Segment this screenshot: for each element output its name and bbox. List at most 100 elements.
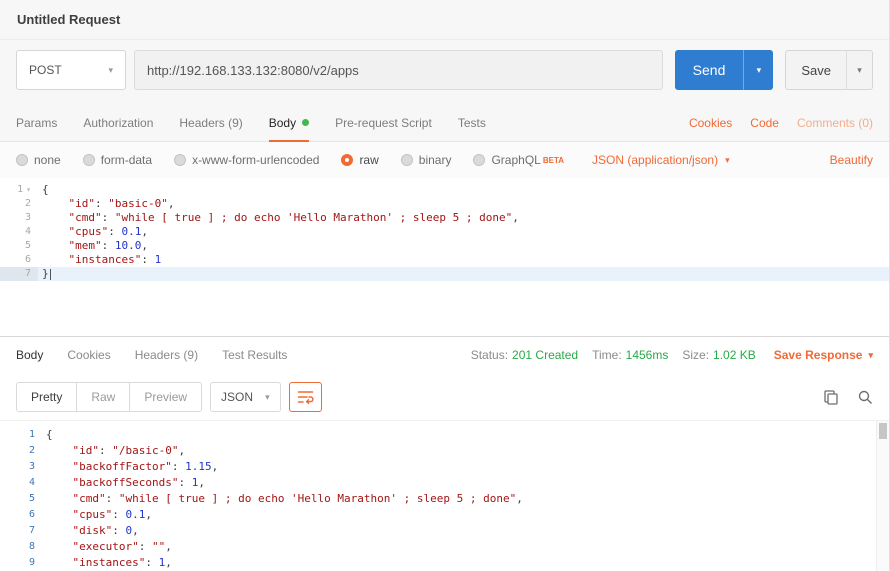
send-options-chevron-icon[interactable]: ▾ xyxy=(743,50,773,90)
request-body-editor[interactable]: 1▾{2 "id": "basic-0",3 "cmd": "while [ t… xyxy=(0,178,889,336)
code-text: "mem": 10.0, xyxy=(38,239,148,253)
body-mode-raw[interactable]: raw xyxy=(341,153,378,167)
response-view-toggle: PrettyRawPreview xyxy=(16,382,202,412)
line-number: 1 xyxy=(0,427,42,443)
response-toolbar: PrettyRawPreview JSON ▾ xyxy=(0,373,889,420)
tab-pre-request-script[interactable]: Pre-request Script xyxy=(335,104,432,141)
mode-label: raw xyxy=(359,153,378,167)
save-response-button[interactable]: Save Response ▾ xyxy=(774,348,873,362)
response-body-lines: 1{2 "id": "/basic-0",3 "backoffFactor": … xyxy=(0,427,889,571)
view-pretty-button[interactable]: Pretty xyxy=(17,383,77,411)
chevron-down-icon: ▾ xyxy=(868,350,873,361)
tab-headers-9[interactable]: Headers (9) xyxy=(179,104,242,141)
save-button[interactable]: Save xyxy=(785,50,846,90)
time-value: 1456ms xyxy=(626,348,669,362)
code-line: 4 "cpus": 0.1, xyxy=(0,225,889,239)
code-line: 1▾{ xyxy=(0,183,889,197)
response-meta-row: Body Cookies Headers (9) Test Results Statu… xyxy=(0,337,889,373)
code-line: 7 "disk": 0, xyxy=(0,523,889,539)
response-tab-body[interactable]: Body xyxy=(16,348,43,362)
body-mode-form-data[interactable]: form-data xyxy=(83,153,152,167)
beautify-link[interactable]: Beautify xyxy=(830,153,873,167)
size-value: 1.02 KB xyxy=(713,348,756,362)
line-number: 7 xyxy=(0,267,38,281)
response-tab-cookies[interactable]: Cookies xyxy=(67,348,110,362)
chevron-down-icon: ▾ xyxy=(725,155,730,166)
request-tabs: Params Authorization Headers (9) Body Pre-re… xyxy=(16,104,512,141)
code-line: 3 "backoffFactor": 1.15, xyxy=(0,459,889,475)
body-mode-none[interactable]: none xyxy=(16,153,61,167)
copy-icon xyxy=(823,389,839,405)
tab-tests[interactable]: Tests xyxy=(458,104,486,141)
code-text: "backoffSeconds": 1, xyxy=(42,475,205,491)
response-body-editor[interactable]: 1{2 "id": "/basic-0",3 "backoffFactor": … xyxy=(0,420,889,571)
response-tabs: Body Cookies Headers (9) Test Results xyxy=(16,348,311,362)
request-tabs-row: Params Authorization Headers (9) Body Pre-re… xyxy=(0,104,889,142)
code-text: "executor": "", xyxy=(42,539,172,555)
tab-label: Authorization xyxy=(83,116,153,130)
search-icon xyxy=(857,389,873,405)
save-response-label: Save Response xyxy=(774,348,863,362)
code-text: "cpus": 0.1, xyxy=(42,507,152,523)
code-text: "instances": 1 xyxy=(38,253,161,267)
save-options-chevron-icon[interactable]: ▾ xyxy=(846,50,873,90)
code-line: 1{ xyxy=(0,427,889,443)
body-mode-binary[interactable]: binary xyxy=(401,153,452,167)
code-text: "cmd": "while [ true ] ; do echo 'Hello … xyxy=(38,211,519,225)
code-text: } xyxy=(38,267,51,281)
line-number: 3 xyxy=(0,211,38,225)
body-mode-x-www-form-urlencoded[interactable]: x-www-form-urlencoded xyxy=(174,153,319,167)
code-text: "id": "/basic-0", xyxy=(42,443,185,459)
search-response-button[interactable] xyxy=(857,389,873,405)
comments-0-link[interactable]: Comments (0) xyxy=(797,116,873,130)
content-type-select[interactable]: JSON (application/json) ▾ xyxy=(592,153,730,167)
tab-label: Params xyxy=(16,116,57,130)
tab-body[interactable]: Body xyxy=(269,104,309,141)
url-input[interactable] xyxy=(134,50,663,90)
response-tab-test-results[interactable]: Test Results xyxy=(222,348,287,362)
view-preview-button[interactable]: Preview xyxy=(130,383,201,411)
code-text: "disk": 0, xyxy=(42,523,139,539)
method-select[interactable]: POST ▾ xyxy=(16,50,126,90)
scrollbar-thumb[interactable] xyxy=(879,423,887,439)
chevron-down-icon: ▾ xyxy=(108,65,113,76)
body-mode-graphql[interactable]: GraphQLBETA xyxy=(473,153,564,167)
response-format-select[interactable]: JSON ▾ xyxy=(210,382,281,412)
time-label: Time: xyxy=(592,348,622,362)
line-number: 4 xyxy=(0,225,38,239)
code-line: 9 "instances": 1, xyxy=(0,555,889,571)
cookies-link[interactable]: Cookies xyxy=(689,116,732,130)
line-number: 7 xyxy=(0,523,42,539)
request-tab-links: Cookies Code Comments (0) xyxy=(671,104,873,141)
line-number: 5 xyxy=(0,239,38,253)
line-number: 6 xyxy=(0,507,42,523)
line-number: 4 xyxy=(0,475,42,491)
wrap-text-icon xyxy=(297,390,314,404)
tab-label: Body xyxy=(269,116,296,130)
response-tab-headers-9[interactable]: Headers (9) xyxy=(135,348,198,362)
response-toolbar-icons xyxy=(805,389,873,405)
send-button[interactable]: Send xyxy=(675,50,744,90)
copy-response-button[interactable] xyxy=(823,389,839,405)
radio-icon xyxy=(473,154,485,166)
body-mode-options: none form-data x-www-form-urlencoded raw bin… xyxy=(16,153,586,167)
wrap-text-button[interactable] xyxy=(289,382,322,412)
body-mode-row: none form-data x-www-form-urlencoded raw bin… xyxy=(0,142,889,178)
code-line: 4 "backoffSeconds": 1, xyxy=(0,475,889,491)
view-raw-button[interactable]: Raw xyxy=(77,383,130,411)
request-title: Untitled Request xyxy=(17,12,120,27)
response-status-bar: Status: 201 Created Time: 1456ms Size: 1… xyxy=(471,348,873,362)
code-text: "id": "basic-0", xyxy=(38,197,174,211)
tab-params[interactable]: Params xyxy=(16,104,57,141)
save-button-group: Save ▾ xyxy=(785,50,873,90)
size-label: Size: xyxy=(682,348,709,362)
request-title-bar: Untitled Request xyxy=(0,0,889,40)
response-scrollbar[interactable] xyxy=(876,421,889,571)
code-link[interactable]: Code xyxy=(750,116,779,130)
line-number: 1▾ xyxy=(0,183,38,197)
code-line: 6 "cpus": 0.1, xyxy=(0,507,889,523)
tab-authorization[interactable]: Authorization xyxy=(83,104,153,141)
fold-caret-icon[interactable]: ▾ xyxy=(26,183,31,197)
code-text: "cpus": 0.1, xyxy=(38,225,148,239)
mode-label: GraphQL xyxy=(491,153,540,167)
